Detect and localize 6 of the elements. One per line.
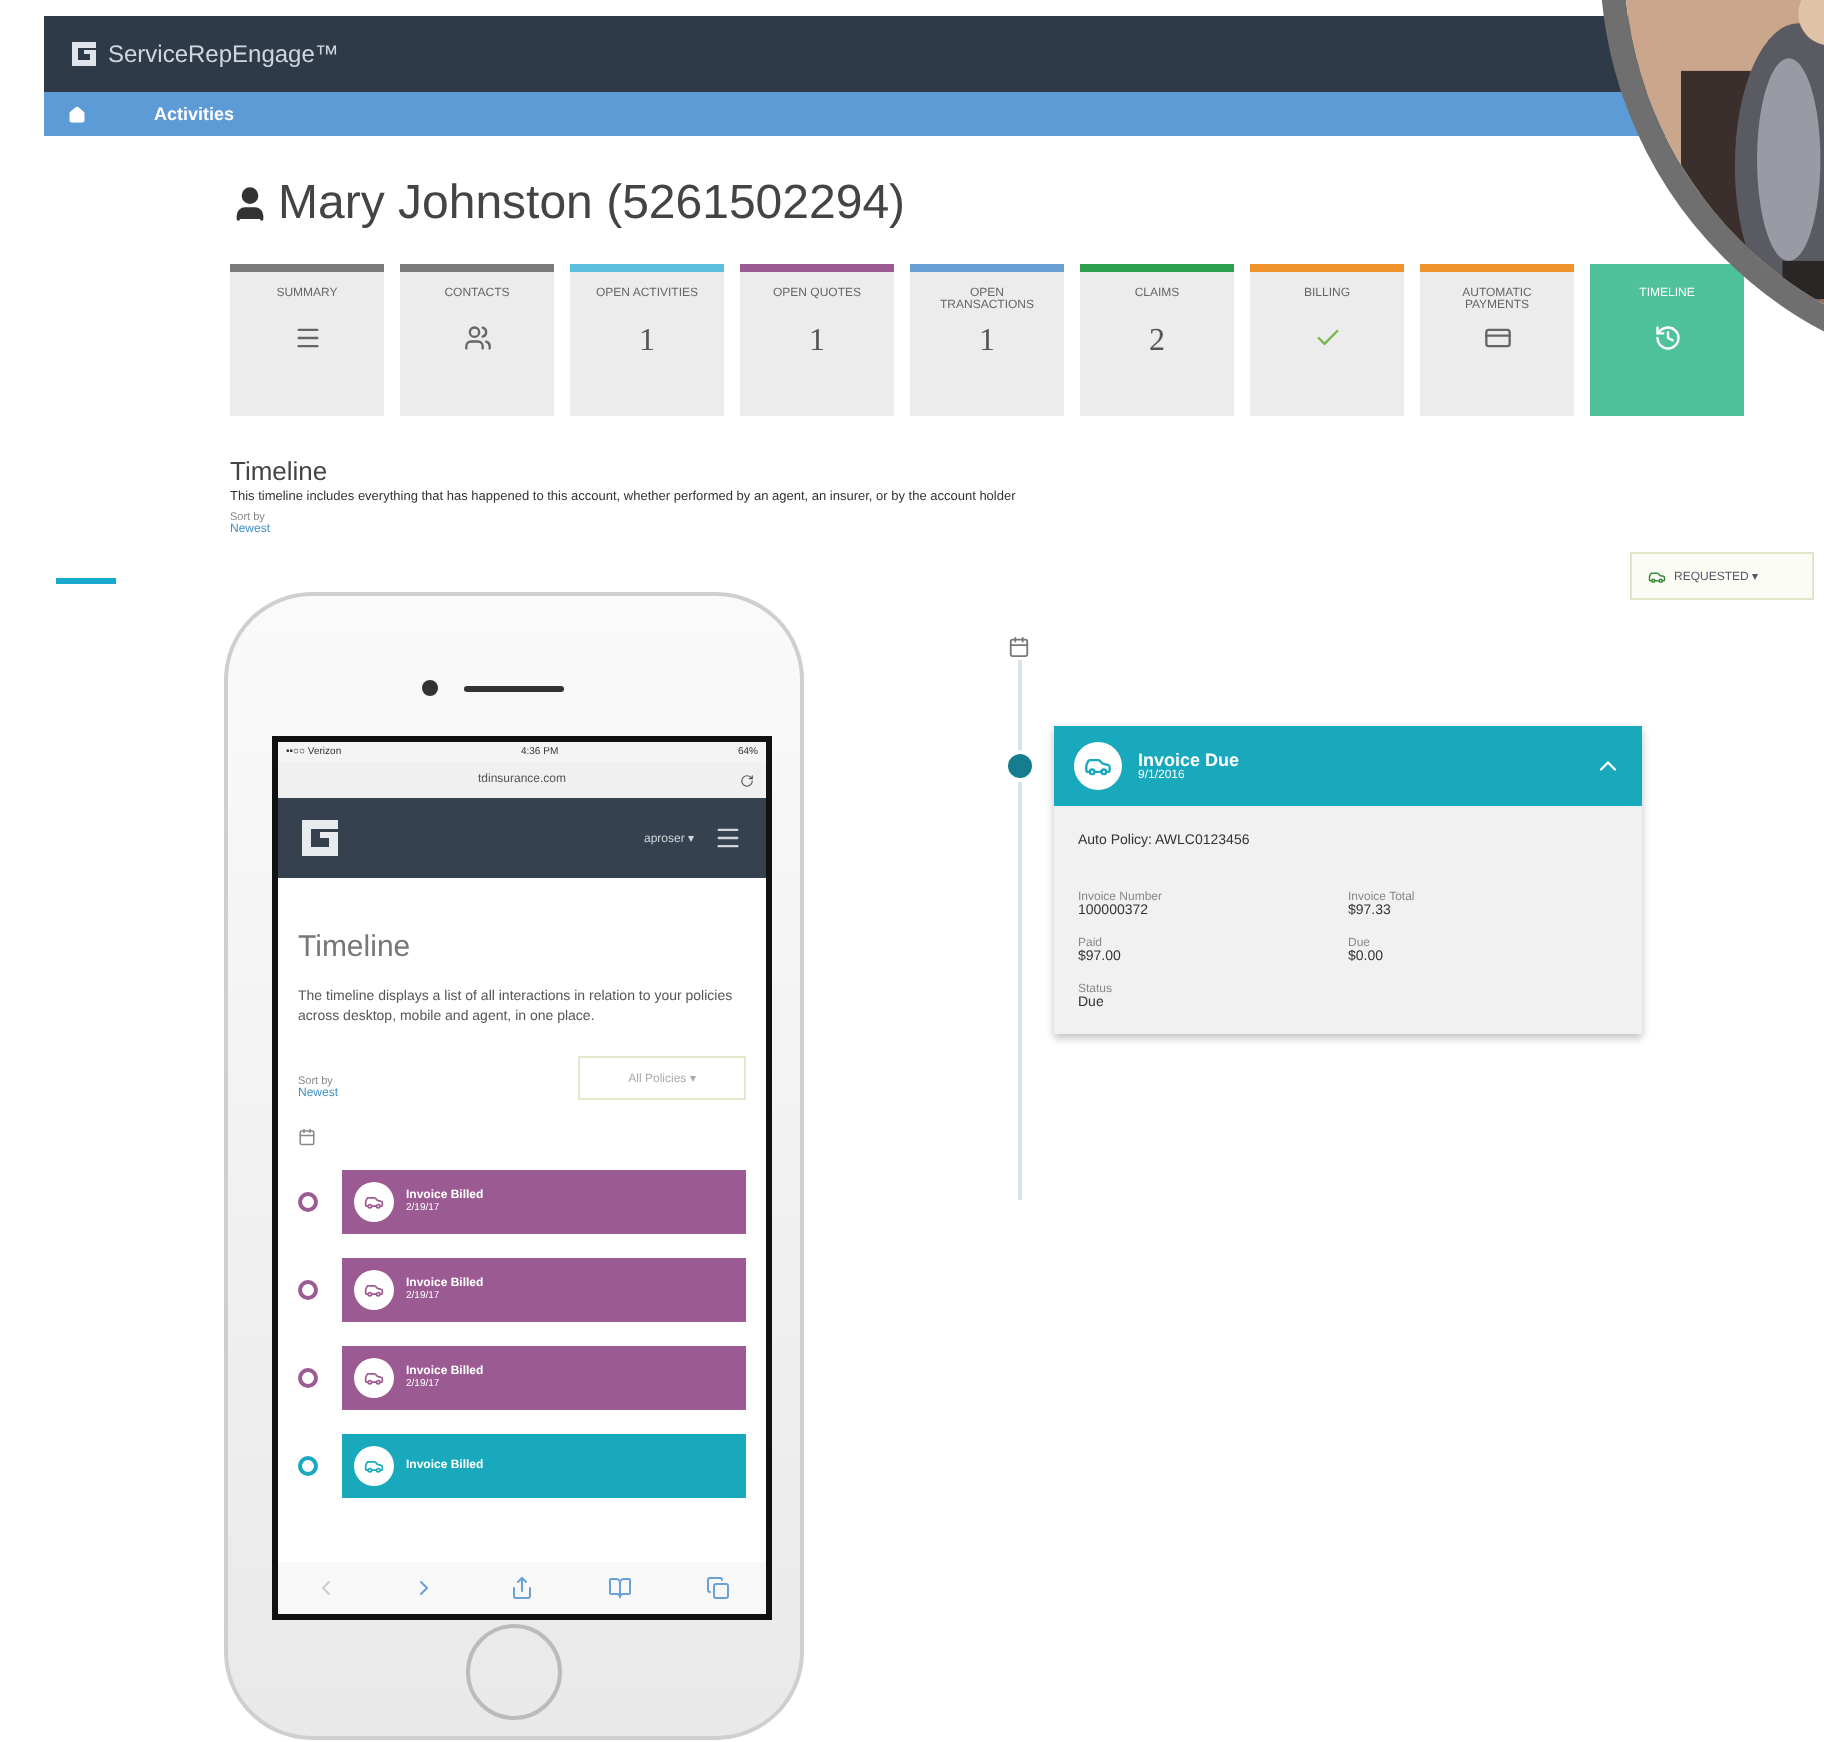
customer-name: Mary Johnston (5261502294): [278, 176, 906, 232]
nav-link[interactable]: Activities: [154, 104, 235, 124]
event-title: Invoice Due: [1138, 750, 1240, 770]
brand-name: ServiceRepEngage™: [108, 40, 339, 68]
page-title: Timeline: [298, 930, 413, 964]
section-title: Timeline: [230, 456, 330, 486]
